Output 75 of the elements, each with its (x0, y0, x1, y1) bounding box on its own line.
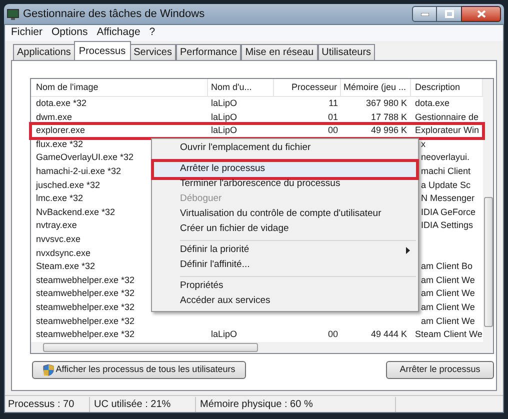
tab[interactable]: Services (130, 44, 176, 60)
minimize-icon (420, 12, 428, 16)
context-menu-item[interactable]: Créer un fichier de vidage (154, 222, 416, 237)
tab[interactable]: Processus (74, 41, 131, 60)
table-row[interactable]: steamwebhelper.exe *32 am Client We (31, 314, 483, 328)
shield-icon (42, 364, 54, 376)
context-menu-item[interactable]: Ouvrir l'emplacement du fichier (154, 141, 416, 156)
end-process-button[interactable]: Arrêter le processus (386, 361, 494, 379)
menu-item[interactable]: Fichier (7, 25, 47, 41)
tab[interactable]: Performance (176, 44, 242, 60)
close-icon (476, 10, 486, 18)
vertical-scrollbar[interactable] (483, 79, 493, 342)
minimize-button[interactable] (412, 6, 437, 22)
show-all-processes-button[interactable]: Afficher les processus de tous les utilisateurs (32, 361, 246, 379)
table-cell-text: am Client We (420, 287, 476, 300)
context-menu-item[interactable]: Accéder aux services (154, 294, 416, 309)
column-header[interactable]: Nom de l'image (31, 79, 208, 97)
table-row[interactable]: dwm.exe laLipO 01 17 788 K Gestionnaire de (31, 110, 483, 124)
table-cell-text: am Client We (420, 300, 476, 314)
table-cell-text: steamwebhelper.exe *32 (35, 314, 136, 328)
table-cell-text: x (420, 138, 426, 151)
table-row[interactable]: explorer.exe laLipO 00 49 996 K Explorateur Win (31, 124, 483, 138)
context-menu-item[interactable]: Définir la priorité (154, 243, 416, 258)
table-cell-text: 01 (326, 110, 339, 124)
table-cell-text: steamwebhelper.exe *32 (35, 300, 136, 314)
menu-item[interactable]: ? (145, 25, 160, 41)
table-cell-text: 00 (326, 328, 339, 342)
table-cell-text: Explorateur Win (414, 124, 480, 138)
horizontal-scrollbar[interactable] (31, 342, 493, 353)
column-header[interactable]: Processeur (274, 79, 341, 97)
table-cell-text: dwm.exe (35, 110, 74, 124)
table-cell-text: steamwebhelper.exe *32 (35, 328, 136, 342)
table-cell-text: 11 (328, 97, 339, 110)
table-cell-text: dota.exe *32 (35, 97, 88, 110)
table-cell-text: laLipO (210, 124, 238, 138)
menu-item[interactable]: Options (48, 25, 92, 41)
menu-item[interactable]: Affichage (92, 25, 144, 41)
table-cell-text: dota.exe (414, 97, 451, 110)
table-cell-text: laLipO (210, 328, 238, 342)
submenu-arrow-icon (406, 247, 410, 254)
table-cell-text: 367 980 K (364, 97, 408, 110)
table-cell-text: steamwebhelper.exe *32 (35, 287, 136, 300)
table-cell-text: 49 996 K (370, 124, 408, 138)
table-row[interactable]: dota.exe *32 laLipO 11 367 980 K dota.exe (31, 97, 483, 111)
table-cell-text: nvvsvc.exe (35, 232, 82, 246)
table-cell-text: laLipO (210, 110, 238, 124)
close-button[interactable] (461, 6, 501, 22)
tab[interactable]: Mise en réseau (241, 44, 318, 60)
table-cell-text: GameOverlayUI.exe *32 (35, 151, 135, 164)
table-cell-text: 49 444 K (370, 328, 408, 342)
context-menu-item[interactable]: Virtualisation du contrôle de compte d'utilisateur (154, 207, 416, 222)
column-header[interactable]: Mémoire (jeu ... (341, 79, 411, 97)
table-cell-text: am Client We (420, 314, 476, 328)
status-text: Processus : 70 (5, 396, 90, 412)
table-row[interactable]: steamwebhelper.exe *32 laLipO 00 49 444 K Steam Client We (31, 328, 483, 342)
column-header[interactable]: Nom d'u... (208, 79, 274, 97)
window-title: Gestionnaire des tâches de Windows (23, 6, 205, 22)
table-cell-text: Steam Client We (414, 328, 483, 342)
table-cell-text: 00 (326, 124, 339, 138)
table-cell-text: 17 788 K (370, 110, 408, 124)
status-text: Mémoire physique : 60 % (196, 396, 396, 412)
monitor-icon (7, 8, 19, 20)
table-cell-text: laLipO (210, 97, 238, 110)
context-menu-item[interactable]: Définir l'affinité... (154, 258, 416, 273)
context-menu-item[interactable]: Terminer l'arborescence du processus (154, 177, 416, 192)
table-cell-text: Gestionnaire de (414, 110, 480, 124)
tab[interactable]: Utilisateurs (318, 44, 376, 60)
maximize-icon (444, 10, 454, 18)
table-cell-text: neoverlayui. (420, 151, 471, 164)
tab[interactable]: Applications (13, 44, 75, 60)
context-menu-item[interactable]: Arrêter le processus (154, 162, 416, 177)
table-cell-text: explorer.exe (35, 124, 86, 138)
status-text: UC utilisée : 21% (90, 396, 196, 412)
maximize-button[interactable] (437, 6, 461, 22)
context-menu-item[interactable]: Propriétés (154, 279, 416, 294)
